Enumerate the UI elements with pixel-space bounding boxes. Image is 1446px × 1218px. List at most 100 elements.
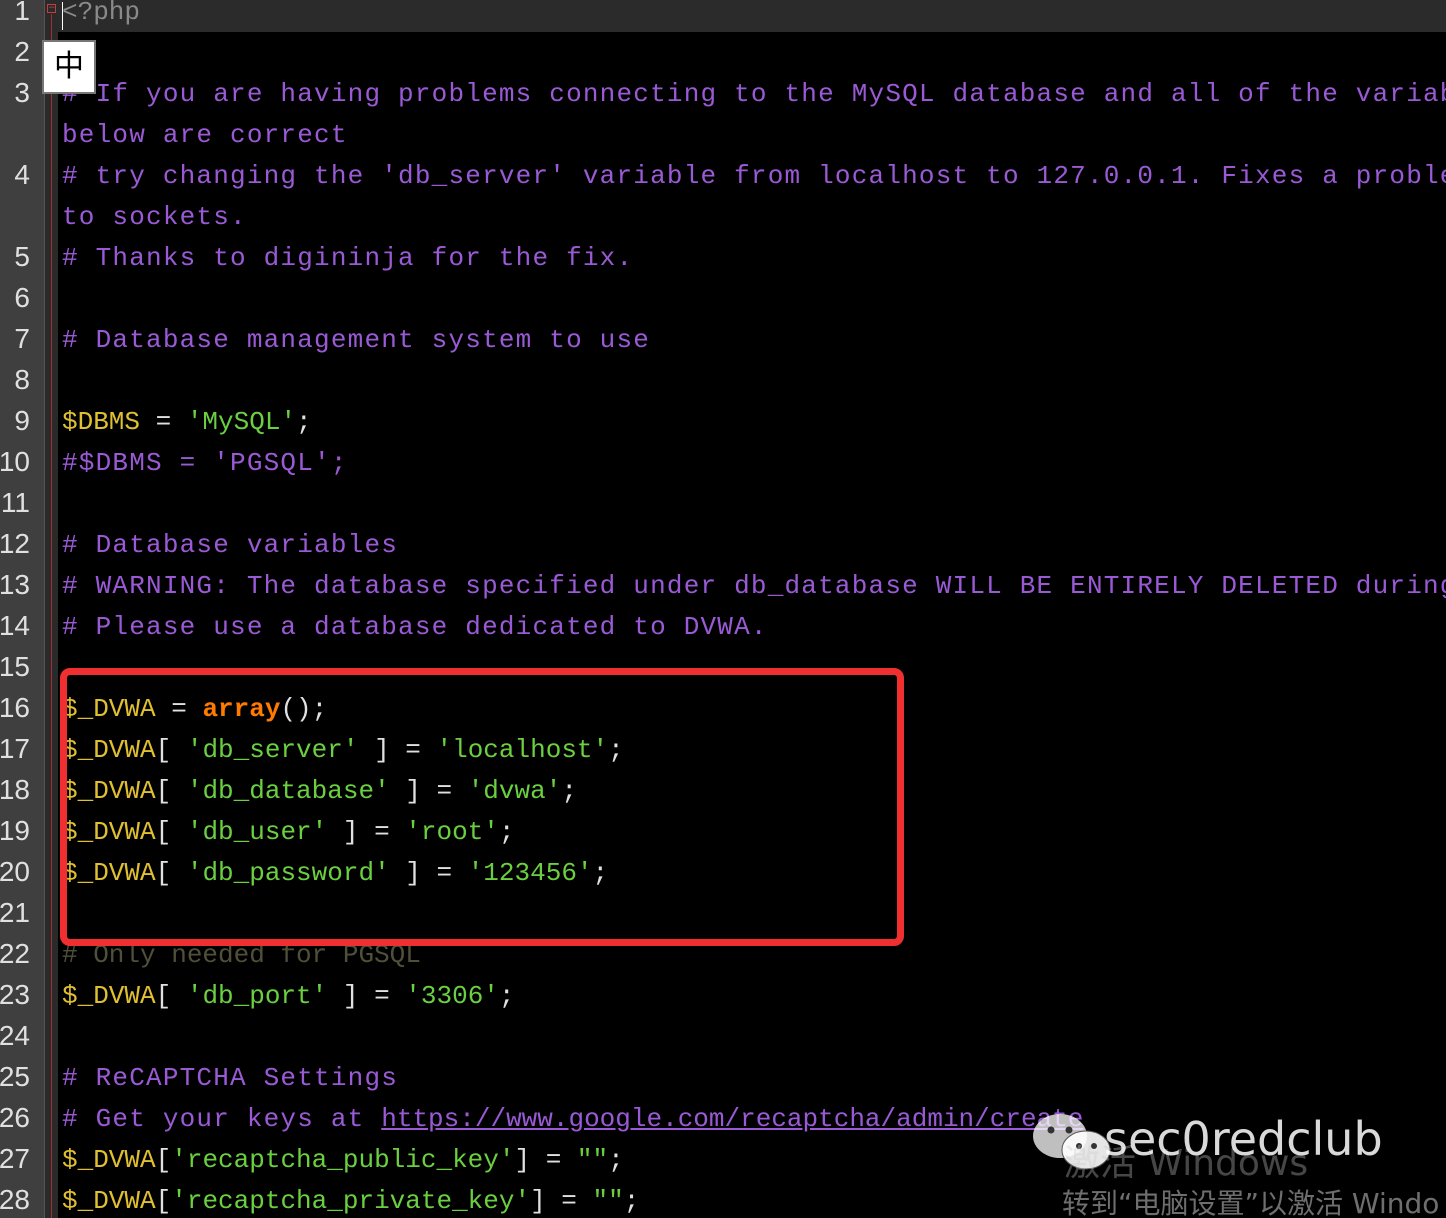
code-token: ] = (327, 817, 406, 847)
ime-indicator[interactable]: 中 (42, 40, 96, 94)
code-token: # If you are having problems connecting … (62, 79, 1446, 109)
line-number: 13 (0, 569, 30, 600)
code-text: # Database management system to use (62, 325, 650, 355)
code-editor[interactable]: − 1 <?php 2 3 # If you are having problems c… (0, 0, 1446, 1218)
code-line[interactable]: 19 $_DVWA[ 'db_user' ] = 'root'; (0, 817, 1446, 858)
code-line[interactable]: 25 # ReCAPTCHA Settings (0, 1063, 1446, 1104)
code-line[interactable]: 5 # Thanks to digininja for the fix. (0, 243, 1446, 284)
line-number: 12 (0, 528, 30, 559)
code-line[interactable]: 11 (0, 489, 1446, 530)
line-number: 7 (14, 323, 30, 354)
code-token: = (155, 694, 203, 724)
code-line[interactable]: 24 (0, 1022, 1446, 1063)
code-token: ; (592, 858, 609, 888)
code-token: "" (592, 1186, 624, 1216)
code-line[interactable]: 2 (0, 38, 1446, 79)
code-token: # Database management system to use (62, 325, 651, 355)
code-token: ] = (327, 981, 406, 1011)
code-token: $_DVWA (62, 735, 156, 765)
code-line[interactable]: 13 # WARNING: The database specified unde… (0, 571, 1446, 612)
code-text: # Database variables (62, 530, 398, 560)
line-number: 1 (14, 0, 30, 26)
code-text: below are correct (62, 120, 348, 150)
code-token: = (140, 407, 187, 437)
code-line[interactable]: to sockets. (0, 202, 1446, 243)
code-line[interactable]: 1 <?php (0, 0, 1446, 38)
code-token: #$DBMS = 'PGSQL'; (62, 448, 348, 478)
line-number: 15 (0, 651, 30, 682)
code-line[interactable]: 20 $_DVWA[ 'db_password' ] = '123456'; (0, 858, 1446, 899)
code-token: 'MySQL' (186, 407, 297, 437)
code-line[interactable]: 22 # Only needed for PGSQL (0, 940, 1446, 981)
code-line[interactable]: 14 # Please use a database dedicated to D… (0, 612, 1446, 653)
code-text: $_DVWA[ 'db_password' ] = '123456'; (62, 858, 608, 888)
code-token: [ (155, 1186, 172, 1216)
line-number: 2 (14, 36, 30, 67)
code-token: # Please use a database dedicated to DVW… (62, 612, 768, 642)
code-token: 'recaptcha_public_key' (171, 1145, 515, 1175)
line-number: 19 (0, 815, 30, 846)
code-line[interactable]: 23 $_DVWA[ 'db_port' ] = '3306'; (0, 981, 1446, 1022)
line-number: 18 (0, 774, 30, 805)
code-token: [ (155, 735, 187, 765)
code-token: ] = (389, 776, 468, 806)
line-number: 21 (0, 897, 30, 928)
code-line[interactable]: below are correct (0, 120, 1446, 161)
code-line[interactable]: 12 # Database variables (0, 530, 1446, 571)
code-text: $DBMS = 'MySQL'; (62, 407, 312, 437)
line-number: 14 (0, 610, 30, 641)
line-number: 23 (0, 979, 30, 1010)
code-token: $_DVWA (62, 858, 156, 888)
code-line[interactable]: 3 # If you are having problems connecting… (0, 79, 1446, 120)
code-token: 'recaptcha_private_key' (171, 1186, 531, 1216)
code-line[interactable]: 16 $_DVWA = array(); (0, 694, 1446, 735)
code-token: 'db_server' (186, 735, 359, 765)
code-line[interactable]: 17 $_DVWA[ 'db_server' ] = 'localhost'; (0, 735, 1446, 776)
code-token: [ (155, 817, 187, 847)
code-token: [ (155, 981, 187, 1011)
code-token: 'dvwa' (467, 776, 562, 806)
line-number: 27 (0, 1143, 30, 1174)
line-number: 24 (0, 1020, 30, 1051)
code-token: $DBMS (62, 407, 141, 437)
code-token: $_DVWA (62, 776, 156, 806)
code-token: # Only needed for PGSQL (62, 940, 421, 970)
code-token: '123456' (467, 858, 593, 888)
code-line[interactable]: 8 (0, 366, 1446, 407)
code-line[interactable]: 4 # try changing the 'db_server' variable… (0, 161, 1446, 202)
line-number: 5 (14, 241, 30, 272)
code-text: # If you are having problems connecting … (62, 79, 1446, 109)
code-line[interactable]: 15 (0, 653, 1446, 694)
line-number: 11 (0, 487, 30, 518)
code-text: <?php (62, 0, 140, 27)
code-link[interactable]: https://www.google.com/recaptcha/admin/c… (381, 1104, 1083, 1134)
code-token: 'root' (405, 817, 499, 847)
code-token: $_DVWA (62, 1145, 156, 1175)
code-line[interactable]: 6 (0, 284, 1446, 325)
code-line[interactable]: 18 $_DVWA[ 'db_database' ] = 'dvwa'; (0, 776, 1446, 817)
code-token: ; (623, 1186, 640, 1216)
code-line[interactable]: 9 $DBMS = 'MySQL'; (0, 407, 1446, 448)
code-token: # Database variables (62, 530, 399, 560)
code-token: [ (155, 1145, 172, 1175)
code-token: ] = (389, 858, 468, 888)
line-number: 4 (14, 159, 30, 190)
code-token: below are correct (62, 120, 348, 150)
code-token: to sockets. (62, 202, 247, 232)
code-token: $_DVWA (62, 694, 156, 724)
code-line[interactable]: 21 (0, 899, 1446, 940)
code-text: to sockets. (62, 202, 247, 232)
code-text: $_DVWA['recaptcha_private_key'] = ""; (62, 1186, 639, 1216)
code-line[interactable]: 10 #$DBMS = 'PGSQL'; (0, 448, 1446, 489)
code-token: 'db_password' (186, 858, 390, 888)
code-text: # Thanks to digininja for the fix. (62, 243, 633, 273)
code-token: <?php (62, 0, 141, 27)
code-token: $_DVWA (62, 981, 156, 1011)
windows-activate-subtitle: 转到“电脑设置”以激活 Windo (1062, 1187, 1440, 1218)
code-line[interactable]: 7 # Database management system to use (0, 325, 1446, 366)
code-token: ; (608, 735, 624, 765)
code-text: $_DVWA[ 'db_database' ] = 'dvwa'; (62, 776, 577, 806)
code-text: $_DVWA[ 'db_user' ] = 'root'; (62, 817, 515, 847)
line-number: 16 (0, 692, 30, 723)
code-text: # ReCAPTCHA Settings (62, 1063, 398, 1093)
